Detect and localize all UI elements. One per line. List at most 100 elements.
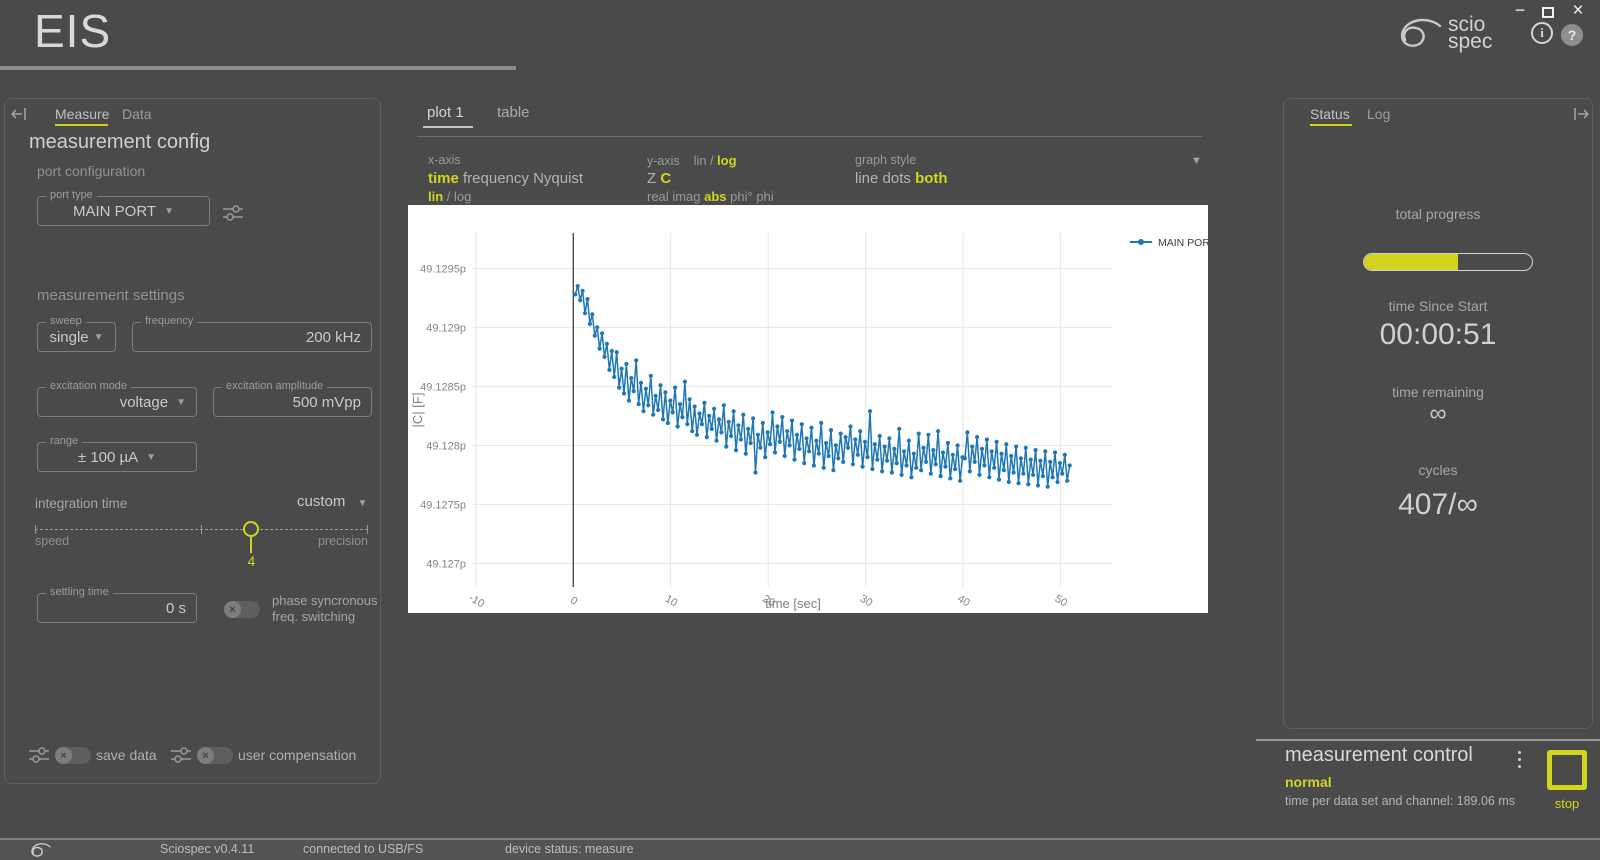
help-icon[interactable]: ? — [1561, 24, 1583, 46]
svg-text:|C| [F]: |C| [F] — [410, 393, 425, 428]
slider-handle[interactable] — [243, 521, 259, 537]
x-axis-scale[interactable]: lin / log — [428, 189, 471, 204]
svg-text:49.127p: 49.127p — [426, 558, 466, 570]
y-scale-lin[interactable]: lin — [694, 153, 707, 168]
tab-data[interactable]: Data — [122, 106, 152, 122]
excitation-amplitude-input[interactable]: excitation amplitude 500 mVpp — [213, 387, 372, 417]
statusbar-device-status: device status: measure — [505, 842, 634, 856]
chevron-down-icon: ▼ — [176, 397, 186, 408]
y-axis-quantities[interactable]: Z C — [647, 170, 671, 187]
y-axis-header[interactable]: y-axis lin / log — [647, 153, 737, 168]
tab-status[interactable]: Status — [1310, 106, 1350, 122]
chart[interactable]: 49.1295p 49.129p 49.1285p 49.128p 49.1275p 49… — [408, 205, 1208, 613]
separator: / — [447, 189, 451, 204]
y-comp-phideg[interactable]: phi° — [730, 189, 753, 204]
stop-button[interactable] — [1547, 750, 1587, 790]
total-progress-bar — [1363, 253, 1533, 271]
info-icon[interactable]: i — [1531, 22, 1553, 44]
y-quantity-z[interactable]: Z — [647, 170, 656, 187]
x-axis-label: x-axis — [428, 153, 461, 167]
svg-text:49.128p: 49.128p — [426, 440, 466, 452]
save-data-settings-icon[interactable] — [28, 745, 50, 765]
port-type-select[interactable]: port type MAIN PORT ▼ — [37, 196, 210, 226]
svg-text:49.1295p: 49.1295p — [420, 263, 466, 275]
measurement-detail: time per data set and channel: 189.06 ms — [1285, 794, 1515, 808]
x-option-time[interactable]: time — [428, 170, 459, 187]
plot-options-chevron-icon[interactable]: ▼ — [1191, 155, 1202, 167]
svg-text:49.129p: 49.129p — [426, 322, 466, 334]
y-comp-real[interactable]: real — [647, 189, 669, 204]
integration-slider[interactable]: 4 speed precision — [35, 515, 368, 575]
tab-plot1[interactable]: plot 1 — [427, 104, 464, 121]
user-compensation-toggle[interactable]: × — [197, 747, 233, 764]
x-option-frequency[interactable]: frequency — [463, 170, 529, 187]
save-data-toggle[interactable]: × — [55, 747, 91, 764]
y-comp-phi[interactable]: phi — [756, 189, 773, 204]
range-select[interactable]: range ± 100 µA ▼ — [37, 442, 197, 472]
user-compensation-settings-icon[interactable] — [170, 745, 192, 765]
control-divider — [1256, 739, 1600, 741]
tab-measure[interactable]: Measure — [55, 106, 109, 122]
slider-speed-label: speed — [35, 534, 69, 548]
excitation-mode-label: excitation mode — [46, 380, 131, 392]
port-settings-icon[interactable] — [222, 203, 244, 223]
y-comp-imag[interactable]: imag — [672, 189, 700, 204]
settling-time-label: settling time — [46, 586, 113, 598]
save-data-label: save data — [96, 747, 157, 763]
integration-mode-value: custom — [297, 493, 345, 510]
collapse-right-icon[interactable] — [1572, 106, 1590, 122]
y-axis-components[interactable]: real imag abs phi° phi — [647, 189, 774, 204]
excitation-amplitude-label: excitation amplitude — [222, 380, 327, 392]
y-quantity-c[interactable]: C — [660, 170, 671, 187]
close-button[interactable]: × — [1563, 0, 1593, 24]
tab-log[interactable]: Log — [1367, 106, 1390, 122]
range-value: ± 100 µA — [78, 449, 138, 466]
cycles-value: 407/∞ — [1283, 488, 1593, 522]
integration-mode-select[interactable]: custom ▼ — [297, 493, 367, 510]
x-scale-lin[interactable]: lin — [428, 189, 443, 204]
phase-sync-label: phase syncronous freq. switching — [272, 593, 378, 625]
measurement-mode: normal — [1285, 774, 1332, 790]
graph-style-label: graph style — [855, 153, 916, 167]
style-line[interactable]: line — [855, 170, 878, 187]
port-type-value: MAIN PORT — [73, 203, 156, 220]
x-axis-options[interactable]: time frequency Nyquist — [428, 170, 583, 187]
svg-text:49.1285p: 49.1285p — [420, 381, 466, 393]
tab-table[interactable]: table — [497, 104, 530, 121]
toggle-off-icon: × — [55, 747, 72, 764]
time-since-start-label: time Since Start — [1283, 298, 1593, 314]
panel-heading: measurement config — [29, 131, 210, 154]
frequency-value: 200 kHz — [133, 323, 371, 351]
chart-svg[interactable]: 49.1295p 49.129p 49.1285p 49.128p 49.1275p 49… — [408, 205, 1208, 613]
maximize-button[interactable] — [1542, 7, 1554, 18]
svg-text:MAIN PORT: MAIN PORT — [1158, 237, 1208, 249]
y-comp-abs[interactable]: abs — [704, 189, 726, 204]
collapse-left-icon[interactable] — [10, 106, 28, 122]
minimize-button[interactable]: − — [1505, 0, 1535, 24]
chevron-down-icon: ▼ — [358, 498, 368, 509]
x-scale-log[interactable]: log — [454, 189, 471, 204]
statusbar-connection: connected to USB/FS — [303, 842, 423, 856]
style-dots[interactable]: dots — [883, 170, 911, 187]
style-both[interactable]: both — [915, 170, 947, 187]
svg-text:time [sec]: time [sec] — [765, 596, 821, 611]
sweep-select[interactable]: sweep single ▼ — [37, 322, 116, 352]
brand-logo: scio spec — [1394, 14, 1492, 52]
kebab-menu-icon[interactable] — [1518, 749, 1521, 770]
chevron-down-icon: ▼ — [94, 332, 104, 343]
phase-sync-toggle[interactable]: × — [224, 601, 260, 618]
time-remaining-label: time remaining — [1283, 384, 1593, 400]
y-scale-log[interactable]: log — [717, 153, 737, 168]
tab-status-underline — [1310, 124, 1352, 126]
frequency-input[interactable]: frequency 200 kHz — [132, 322, 372, 352]
x-option-nyquist[interactable]: Nyquist — [533, 170, 583, 187]
svg-text:49.1275p: 49.1275p — [420, 499, 466, 511]
stop-button-label: stop — [1547, 796, 1587, 811]
graph-style-options[interactable]: line dots both — [855, 170, 948, 187]
settling-time-value: 0 s — [38, 594, 196, 622]
excitation-amplitude-value: 500 mVpp — [214, 388, 371, 416]
measurement-control-title: measurement control — [1285, 744, 1473, 767]
settling-time-input[interactable]: settling time 0 s — [37, 593, 197, 623]
time-remaining-value: ∞ — [1283, 400, 1593, 428]
excitation-mode-select[interactable]: excitation mode voltage ▼ — [37, 387, 197, 417]
